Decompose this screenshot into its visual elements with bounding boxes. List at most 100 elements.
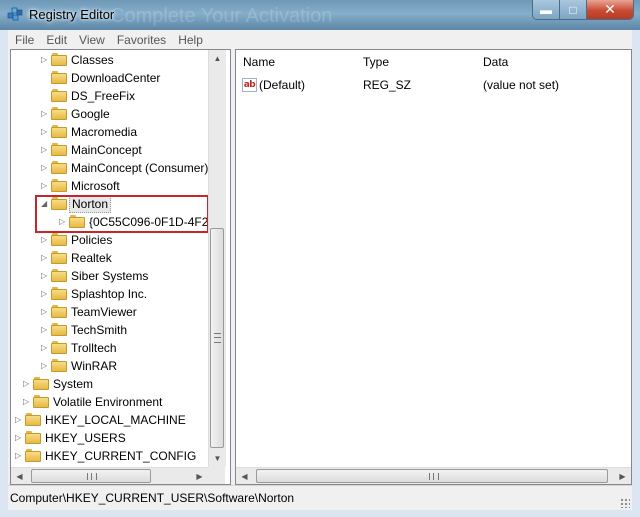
scroll-up-arrow-icon[interactable]: ▲ bbox=[209, 50, 226, 67]
scroll-down-arrow-icon[interactable]: ▼ bbox=[209, 450, 226, 467]
folder-icon bbox=[51, 89, 67, 102]
scroll-left-arrow-icon[interactable]: ◀ bbox=[236, 468, 253, 484]
tree-horizontal-scroll-thumb[interactable] bbox=[31, 469, 151, 483]
tree-item[interactable]: ▷ Macromedia bbox=[11, 123, 208, 141]
registry-tree-pane[interactable]: ▷ Classes DownloadCenter DS_FreeFix ▷ Google ▷… bbox=[10, 49, 231, 485]
expand-arrow-icon[interactable]: ▷ bbox=[41, 344, 47, 352]
tree-item[interactable]: ▷ Volatile Environment bbox=[11, 393, 208, 411]
client-area: ▷ Classes DownloadCenter DS_FreeFix ▷ Google ▷… bbox=[8, 49, 632, 485]
expand-arrow-icon[interactable]: ▷ bbox=[41, 362, 47, 370]
folder-icon bbox=[51, 269, 67, 282]
tree-item-label: HKEY_CURRENT_CONFIG bbox=[45, 449, 197, 463]
menu-help[interactable]: Help bbox=[172, 33, 209, 47]
tree-vertical-scrollbar[interactable]: ▲ ▼ bbox=[208, 50, 226, 467]
tree-item[interactable]: ▷ Google bbox=[11, 105, 208, 123]
column-header-type[interactable]: Type bbox=[356, 50, 476, 74]
title-bar[interactable]: Complete Your Activation Registry Editor… bbox=[0, 0, 640, 30]
expand-arrow-icon[interactable]: ▷ bbox=[41, 182, 47, 190]
tree-item[interactable]: DS_FreeFix bbox=[11, 87, 208, 105]
folder-icon bbox=[51, 71, 67, 84]
window-title: Registry Editor bbox=[29, 7, 115, 22]
expand-arrow-icon[interactable]: ▷ bbox=[41, 164, 47, 172]
expand-arrow-icon[interactable]: ▷ bbox=[15, 434, 21, 442]
maximize-button[interactable]: □ bbox=[560, 0, 587, 19]
tree-item[interactable]: ▷ Microsoft bbox=[11, 177, 208, 195]
tree-item[interactable]: ▷ Splashtop Inc. bbox=[11, 285, 208, 303]
menu-favorites[interactable]: Favorites bbox=[111, 33, 172, 47]
tree-item[interactable]: ▷ WinRAR bbox=[11, 357, 208, 375]
expand-arrow-icon[interactable]: ▷ bbox=[41, 308, 47, 316]
folder-icon bbox=[25, 413, 41, 426]
tree-item[interactable]: ▷ TeamViewer bbox=[11, 303, 208, 321]
menu-bar: File Edit View Favorites Help bbox=[8, 30, 632, 49]
list-horizontal-scroll-thumb[interactable] bbox=[256, 469, 608, 483]
expand-arrow-icon[interactable]: ▷ bbox=[41, 326, 47, 334]
expand-arrow-icon[interactable]: ▷ bbox=[41, 110, 47, 118]
folder-icon bbox=[33, 377, 49, 390]
tree-item[interactable]: DownloadCenter bbox=[11, 69, 208, 87]
folder-icon bbox=[51, 53, 67, 66]
expand-arrow-icon[interactable]: ▷ bbox=[59, 218, 65, 226]
expand-arrow-icon[interactable]: ▷ bbox=[41, 146, 47, 154]
close-button[interactable]: ✕ bbox=[587, 0, 633, 19]
values-list-pane[interactable]: Name Type Data ab (Default) REG_SZ (valu… bbox=[235, 49, 632, 485]
string-value-icon: ab bbox=[242, 78, 257, 92]
tree-item[interactable]: ▷ MainConcept bbox=[11, 141, 208, 159]
minimize-button[interactable]: ▬ bbox=[533, 0, 560, 19]
tree-item[interactable]: ▷ {0C55C096-0F1D-4F28 bbox=[11, 213, 215, 231]
folder-icon bbox=[51, 143, 67, 156]
tree-item-label: Trolltech bbox=[71, 341, 117, 355]
folder-icon bbox=[51, 341, 67, 354]
expand-arrow-icon[interactable]: ▷ bbox=[41, 56, 47, 64]
tree-item[interactable]: ▷ Classes bbox=[11, 51, 208, 69]
tree-item[interactable]: ▷ Trolltech bbox=[11, 339, 208, 357]
value-row-default[interactable]: ab (Default) REG_SZ (value not set) bbox=[236, 76, 631, 95]
expand-arrow-icon[interactable]: ▷ bbox=[41, 236, 47, 244]
tree-item[interactable]: ◢ Norton bbox=[11, 195, 208, 213]
expand-arrow-icon[interactable]: ▷ bbox=[23, 380, 29, 388]
tree-item-label: Realtek bbox=[71, 251, 112, 265]
expand-arrow-icon[interactable]: ▷ bbox=[15, 416, 21, 424]
tree-item-label: DS_FreeFix bbox=[71, 89, 136, 103]
folder-icon bbox=[51, 305, 67, 318]
expand-arrow-icon[interactable]: ▷ bbox=[23, 398, 29, 406]
value-data: (value not set) bbox=[483, 78, 560, 92]
scroll-left-arrow-icon[interactable]: ◀ bbox=[11, 468, 28, 484]
tree-item-label: TeamViewer bbox=[71, 305, 137, 319]
menu-file[interactable]: File bbox=[8, 33, 40, 47]
tree-item[interactable]: ▷ Realtek bbox=[11, 249, 208, 267]
expand-arrow-icon[interactable]: ▷ bbox=[15, 452, 21, 460]
tree-item-label: Norton bbox=[69, 195, 112, 213]
resize-grip-icon[interactable] bbox=[620, 498, 630, 508]
folder-icon bbox=[51, 107, 67, 120]
tree-item[interactable]: ▷ Siber Systems bbox=[11, 267, 208, 285]
expand-arrow-icon[interactable]: ▷ bbox=[41, 290, 47, 298]
column-header-name[interactable]: Name bbox=[236, 50, 356, 74]
collapse-arrow-icon[interactable]: ◢ bbox=[41, 200, 47, 208]
menu-view[interactable]: View bbox=[73, 33, 111, 47]
tree-item-label: HKEY_USERS bbox=[45, 431, 126, 445]
expand-arrow-icon[interactable]: ▷ bbox=[41, 128, 47, 136]
tree-item[interactable]: ▷ MainConcept (Consumer) bbox=[11, 159, 208, 177]
tree-item-label: TechSmith bbox=[71, 323, 128, 337]
menu-edit[interactable]: Edit bbox=[40, 33, 73, 47]
tree-item[interactable]: ▷ Policies bbox=[11, 231, 208, 249]
expand-arrow-icon[interactable]: ▷ bbox=[41, 254, 47, 262]
tree-item-label: Volatile Environment bbox=[53, 395, 163, 409]
tree-item[interactable]: ▷ System bbox=[11, 375, 208, 393]
background-ghost-text: Complete Your Activation bbox=[110, 5, 333, 27]
tree-item-label: DownloadCenter bbox=[71, 71, 161, 85]
tree-vertical-scroll-thumb[interactable] bbox=[210, 228, 224, 448]
expand-arrow-icon[interactable]: ▷ bbox=[41, 272, 47, 280]
scroll-right-arrow-icon[interactable]: ▶ bbox=[191, 468, 208, 484]
list-horizontal-scrollbar[interactable]: ◀ ▶ bbox=[236, 467, 631, 484]
folder-icon bbox=[69, 215, 85, 228]
caption-buttons: ▬ □ ✕ bbox=[532, 0, 634, 20]
scroll-right-arrow-icon[interactable]: ▶ bbox=[614, 468, 631, 484]
tree-item[interactable]: ▷ HKEY_USERS bbox=[11, 429, 208, 447]
tree-item[interactable]: ▷ TechSmith bbox=[11, 321, 208, 339]
column-header-data[interactable]: Data bbox=[476, 50, 631, 74]
tree-item[interactable]: ▷ HKEY_CURRENT_CONFIG bbox=[11, 447, 208, 465]
tree-item[interactable]: ▷ HKEY_LOCAL_MACHINE bbox=[11, 411, 208, 429]
tree-horizontal-scrollbar[interactable]: ◀ ▶ bbox=[11, 467, 208, 484]
